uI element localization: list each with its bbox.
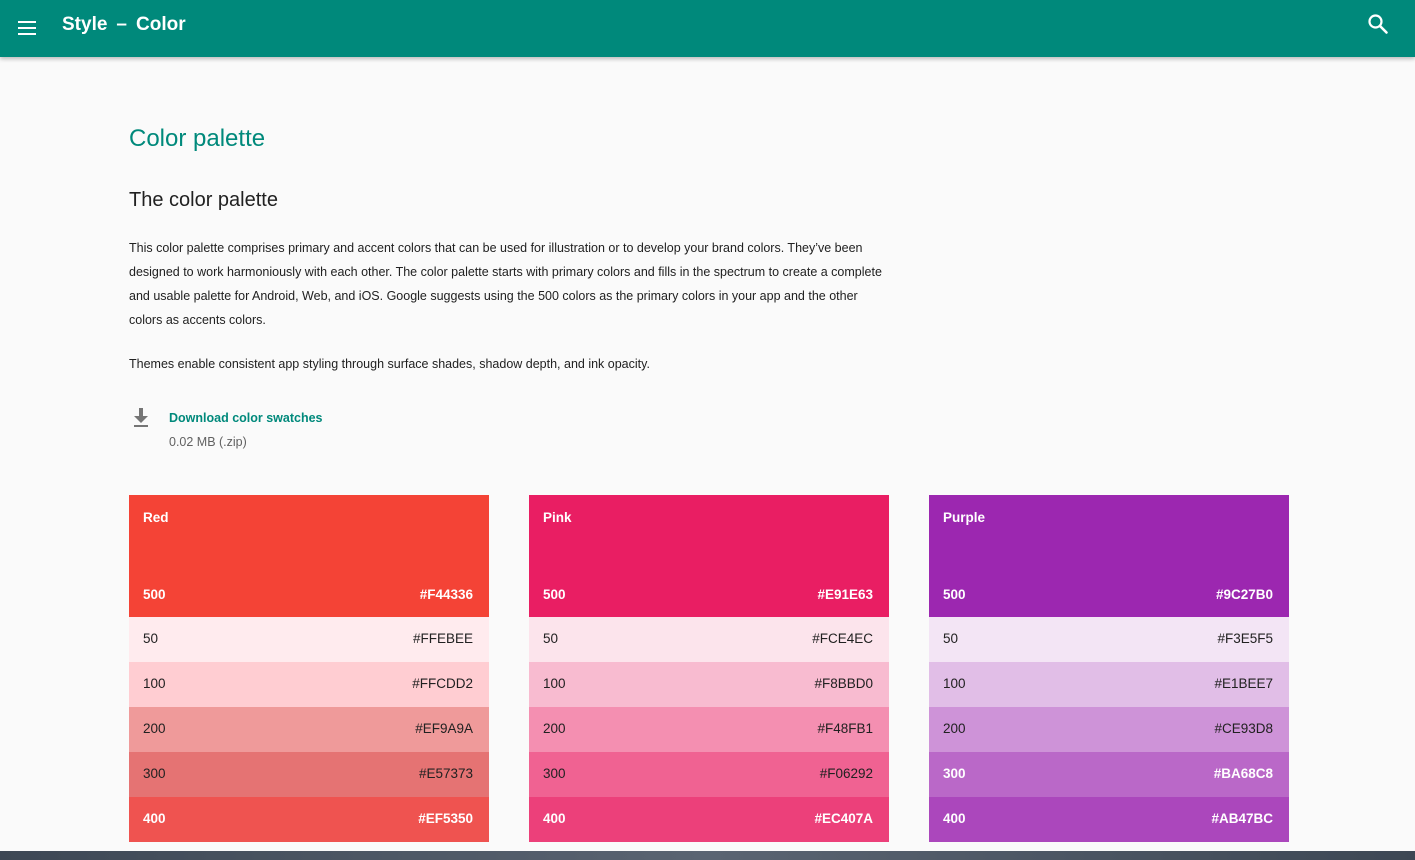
palette-red: Red 500 #F44336 50 #FFEBEE 100 #FFCDD2 200 #EF9A… xyxy=(129,495,489,842)
swatch-row[interactable]: 300 #F06292 xyxy=(529,752,889,797)
swatch-hex-label: #EF5350 xyxy=(418,811,473,826)
swatch-hex-label: #E1BEE7 xyxy=(1214,676,1273,691)
swatch-shade-label: 400 xyxy=(543,811,566,826)
palette-name: Red xyxy=(143,510,169,525)
breadcrumb-separator: – xyxy=(116,14,127,35)
palette-purple: Purple 500 #9C27B0 50 #F3E5F5 100 #E1BEE7 200 #C… xyxy=(929,495,1289,842)
palette-header[interactable]: Pink 500 #E91E63 xyxy=(529,495,889,617)
swatch-row[interactable]: 200 #CE93D8 xyxy=(929,707,1289,752)
swatch-row[interactable]: 300 #E57373 xyxy=(129,752,489,797)
app-bar: Style – Color xyxy=(0,0,1415,57)
primary-shade-label: 500 xyxy=(543,587,566,602)
window-bottom-edge xyxy=(0,851,1415,860)
swatch-shade-label: 100 xyxy=(543,676,566,691)
swatch-hex-label: #AB47BC xyxy=(1211,811,1273,826)
app-bar-title: Style – Color xyxy=(62,14,186,36)
intro-paragraph: This color palette comprises primary and… xyxy=(129,241,882,327)
swatch-row[interactable]: 50 #FCE4EC xyxy=(529,617,889,662)
swatch-hex-label: #BA68C8 xyxy=(1213,766,1273,781)
swatch-row[interactable]: 400 #EF5350 xyxy=(129,797,489,842)
swatch-shade-label: 400 xyxy=(943,811,966,826)
section-title: The color palette xyxy=(129,189,278,211)
swatch-hex-label: #EF9A9A xyxy=(415,721,473,736)
swatch-shade-label: 50 xyxy=(943,631,959,646)
swatch-row[interactable]: 100 #FFCDD2 xyxy=(129,662,489,707)
primary-hex-label: #F44336 xyxy=(419,587,473,602)
swatch-row[interactable]: 200 #F48FB1 xyxy=(529,707,889,752)
swatch-shade-label: 50 xyxy=(543,631,559,646)
swatch-shade-label: 200 xyxy=(543,721,566,736)
primary-shade-label: 500 xyxy=(943,587,966,602)
palette-name: Pink xyxy=(543,510,572,525)
swatch-row[interactable]: 100 #F8BBD0 xyxy=(529,662,889,707)
search-icon[interactable] xyxy=(1367,13,1389,35)
swatch-shade-label: 300 xyxy=(943,766,966,781)
breadcrumb-page: Color xyxy=(136,14,186,35)
primary-hex-label: #E91E63 xyxy=(817,587,873,602)
swatch-shade-label: 200 xyxy=(143,721,166,736)
palette-name: Purple xyxy=(943,510,986,525)
hamburger-menu-icon[interactable] xyxy=(17,18,37,38)
swatch-shade-label: 50 xyxy=(143,631,159,646)
swatch-shade-label: 200 xyxy=(943,721,966,736)
swatch-shade-label: 300 xyxy=(543,766,566,781)
swatch-row[interactable]: 400 #AB47BC xyxy=(929,797,1289,842)
swatch-row[interactable]: 100 #E1BEE7 xyxy=(929,662,1289,707)
swatch-hex-label: #FFEBEE xyxy=(412,631,473,646)
swatch-hex-label: #F8BBD0 xyxy=(814,676,873,691)
swatch-shade-label: 300 xyxy=(143,766,166,781)
swatch-hex-label: #FFCDD2 xyxy=(412,676,473,691)
swatch-hex-label: #F06292 xyxy=(819,766,873,781)
swatch-shade-label: 100 xyxy=(943,676,966,691)
swatch-shade-label: 100 xyxy=(143,676,166,691)
palette-header[interactable]: Purple 500 #9C27B0 xyxy=(929,495,1289,617)
swatch-row[interactable]: 400 #EC407A xyxy=(529,797,889,842)
page-title: Color palette xyxy=(129,125,266,152)
download-size: 0.02 MB (.zip) xyxy=(169,435,247,449)
primary-hex-label: #9C27B0 xyxy=(1215,587,1273,602)
swatch-hex-label: #FCE4EC xyxy=(812,631,873,646)
download-icon[interactable] xyxy=(131,407,151,429)
swatch-hex-label: #E57373 xyxy=(418,766,473,781)
palette-pink: Pink 500 #E91E63 50 #FCE4EC 100 #F8BBD0 200 #F48… xyxy=(529,495,889,842)
swatch-row[interactable]: 50 #F3E5F5 xyxy=(929,617,1289,662)
themes-paragraph: Themes enable consistent app styling thr… xyxy=(129,357,650,371)
swatch-hex-label: #F3E5F5 xyxy=(1217,631,1273,646)
swatch-hex-label: #EC407A xyxy=(814,811,873,826)
palette-header[interactable]: Red 500 #F44336 xyxy=(129,495,489,617)
swatch-row[interactable]: 50 #FFEBEE xyxy=(129,617,489,662)
swatch-hex-label: #CE93D8 xyxy=(1214,721,1273,736)
swatch-row[interactable]: 300 #BA68C8 xyxy=(929,752,1289,797)
swatch-shade-label: 400 xyxy=(143,811,166,826)
swatch-hex-label: #F48FB1 xyxy=(817,721,873,736)
swatch-row[interactable]: 200 #EF9A9A xyxy=(129,707,489,752)
breadcrumb-section[interactable]: Style xyxy=(62,14,107,35)
primary-shade-label: 500 xyxy=(143,587,166,602)
download-swatches-link[interactable]: Download color swatches xyxy=(169,411,323,425)
